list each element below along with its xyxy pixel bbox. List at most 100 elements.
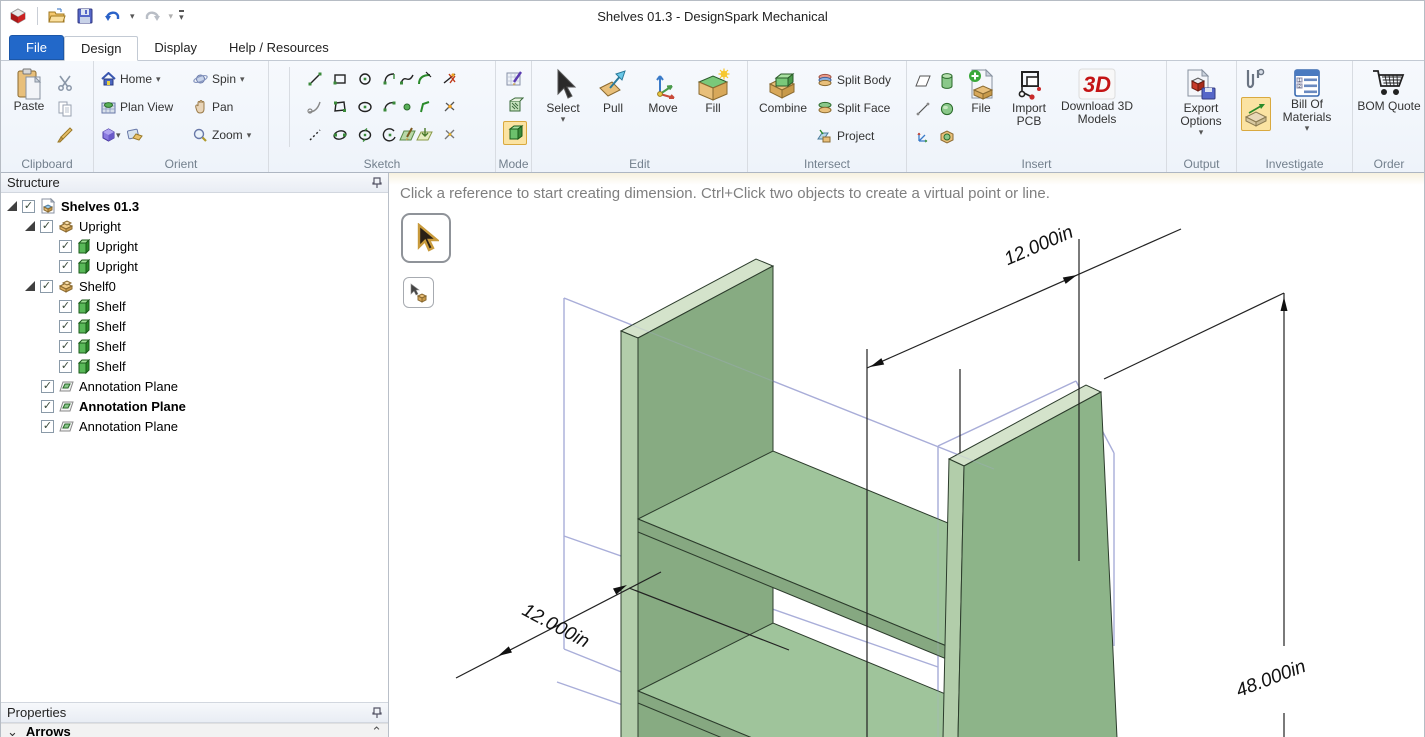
tree-item-shelf-3[interactable]: ✓ Shelf: [1, 336, 388, 356]
expander-icon[interactable]: [25, 281, 35, 291]
copy-button[interactable]: [53, 97, 77, 121]
sketch-mode-button[interactable]: [503, 67, 527, 91]
tree-item-annotation-plane-2[interactable]: ✓ Annotation Plane: [1, 396, 388, 416]
visibility-checkbox[interactable]: ✓: [59, 300, 72, 313]
measure-button[interactable]: [1241, 65, 1271, 95]
home-dropdown[interactable]: ▾: [156, 75, 161, 84]
visibility-checkbox[interactable]: ✓: [40, 220, 53, 233]
visibility-checkbox[interactable]: ✓: [41, 380, 54, 393]
export-options-dropdown[interactable]: ▾: [1199, 128, 1204, 137]
visibility-checkbox[interactable]: ✓: [41, 420, 54, 433]
iso-view-dropdown[interactable]: ▾: [116, 131, 121, 140]
plan-view-button[interactable]: Plan View: [98, 94, 190, 120]
insert-plane-icon[interactable]: [911, 69, 935, 93]
rotated-ellipse-tool-icon[interactable]: [353, 123, 377, 147]
visibility-checkbox[interactable]: ✓: [22, 200, 35, 213]
trim-tool-icon[interactable]: [438, 67, 462, 91]
move-button[interactable]: Move: [640, 65, 686, 156]
bom-dropdown[interactable]: ▾: [1305, 124, 1310, 133]
collapse-icon[interactable]: ⌄: [7, 723, 18, 737]
expander-icon[interactable]: [7, 201, 17, 211]
expander-icon[interactable]: [25, 221, 35, 231]
visibility-checkbox[interactable]: ✓: [59, 320, 72, 333]
scroll-up-icon[interactable]: ⌃: [371, 723, 382, 737]
visibility-checkbox[interactable]: ✓: [59, 360, 72, 373]
tab-help-resources[interactable]: Help / Resources: [213, 35, 345, 60]
tangent-line-tool-icon[interactable]: [303, 95, 327, 119]
iso-view-button[interactable]: ▾: [101, 128, 121, 142]
visibility-checkbox[interactable]: ✓: [40, 280, 53, 293]
bom-quote-button[interactable]: BOM Quote: [1357, 65, 1421, 113]
tree-item-shelf-1[interactable]: ✓ Shelf: [1, 296, 388, 316]
bend-tool-icon[interactable]: [413, 95, 437, 119]
annotation-dimension-button[interactable]: [1241, 97, 1271, 131]
dimension-value-right[interactable]: 48.000in: [1233, 656, 1309, 702]
tree-item-shelf-4[interactable]: ✓ Shelf: [1, 356, 388, 376]
import-pcb-button[interactable]: Import PCB: [1003, 65, 1055, 156]
project-to-sketch-tool-icon[interactable]: [413, 123, 437, 147]
visibility-checkbox[interactable]: ✓: [41, 400, 54, 413]
insert-shell-icon[interactable]: [935, 125, 959, 149]
tab-file[interactable]: File: [9, 35, 64, 60]
fill-button[interactable]: Fill: [690, 65, 736, 156]
select-dropdown[interactable]: ▾: [561, 115, 566, 124]
solid-mode-button[interactable]: [503, 121, 527, 145]
tree-item-upright-2[interactable]: ✓ Upright: [1, 256, 388, 276]
insert-cylinder-icon[interactable]: [935, 69, 959, 93]
select-cursor-tool-button[interactable]: [401, 213, 451, 263]
visibility-checkbox[interactable]: ✓: [59, 340, 72, 353]
pin-icon[interactable]: [372, 707, 382, 719]
tab-display[interactable]: Display: [138, 35, 213, 60]
spin-dropdown[interactable]: ▾: [240, 75, 245, 84]
move-component-tool-button[interactable]: [403, 277, 434, 308]
pan-button[interactable]: Pan: [190, 94, 264, 120]
ellipse-arc-tool-icon[interactable]: [328, 123, 352, 147]
insert-line-icon[interactable]: [911, 97, 935, 121]
tree-item-annotation-plane-1[interactable]: ✓ Annotation Plane: [1, 376, 388, 396]
model-canvas[interactable]: 12.000in 12.000in 48.000in Click a refer…: [389, 173, 1424, 737]
construction-line-tool-icon[interactable]: [303, 123, 327, 147]
tree-item-shelf0-component[interactable]: ✓ Shelf0: [1, 276, 388, 296]
tab-design[interactable]: Design: [64, 36, 138, 61]
insert-axes-icon[interactable]: [911, 125, 935, 149]
line-tool-icon[interactable]: [303, 67, 327, 91]
ellipse-tool-icon[interactable]: [353, 95, 377, 119]
align-view-button[interactable]: [125, 125, 145, 145]
circle-tool-icon[interactable]: [353, 67, 377, 91]
tree-item-upright-component[interactable]: ✓ Upright: [1, 216, 388, 236]
tree-item-shelf-2[interactable]: ✓ Shelf: [1, 316, 388, 336]
polygon-tool-icon[interactable]: [328, 95, 352, 119]
tree-item-shelves[interactable]: ✓ Shelves 01.3: [1, 196, 388, 216]
cut-button[interactable]: [53, 71, 77, 95]
properties-section-arrows[interactable]: ⌄ Arrows ⌃: [1, 723, 388, 737]
dimension-value-left[interactable]: 12.000in: [518, 600, 592, 653]
format-painter-button[interactable]: [53, 123, 77, 147]
section-mode-button[interactable]: [503, 94, 527, 118]
split-tool-icon[interactable]: [438, 95, 462, 119]
visibility-checkbox[interactable]: ✓: [59, 240, 72, 253]
paste-button[interactable]: Paste: [5, 65, 53, 153]
visibility-checkbox[interactable]: ✓: [59, 260, 72, 273]
spin-button[interactable]: Spin▾: [190, 66, 264, 92]
tree-item-annotation-plane-3[interactable]: ✓ Annotation Plane: [1, 416, 388, 436]
split-face-button[interactable]: Split Face: [814, 95, 894, 121]
dimension-value-top[interactable]: 12.000in: [1001, 222, 1076, 270]
export-options-button[interactable]: Export Options ▾: [1171, 65, 1231, 137]
home-view-button[interactable]: Home▾: [98, 66, 190, 92]
insert-file-button[interactable]: File: [959, 65, 1003, 156]
combine-button[interactable]: Combine: [752, 65, 814, 156]
upright-board-right[interactable]: [943, 385, 1117, 737]
select-button[interactable]: Select ▾: [540, 65, 586, 156]
tree-item-upright-1[interactable]: ✓ Upright: [1, 236, 388, 256]
download-3d-models-button[interactable]: 3D Download 3D Models: [1055, 65, 1139, 156]
3d-scene[interactable]: 12.000in 12.000in 48.000in: [389, 173, 1424, 737]
fillet-tool-icon[interactable]: [413, 67, 437, 91]
zoom-button[interactable]: Zoom▾: [190, 122, 264, 148]
pin-icon[interactable]: [372, 177, 382, 189]
split-body-button[interactable]: Split Body: [814, 67, 894, 93]
insert-sphere-icon[interactable]: [935, 97, 959, 121]
zoom-dropdown[interactable]: ▾: [247, 131, 252, 140]
bill-of-materials-button[interactable]: 12 Bill Of Materials ▾: [1271, 65, 1343, 156]
delete-sketch-tool-icon[interactable]: [438, 123, 462, 147]
rectangle-tool-icon[interactable]: [328, 67, 352, 91]
